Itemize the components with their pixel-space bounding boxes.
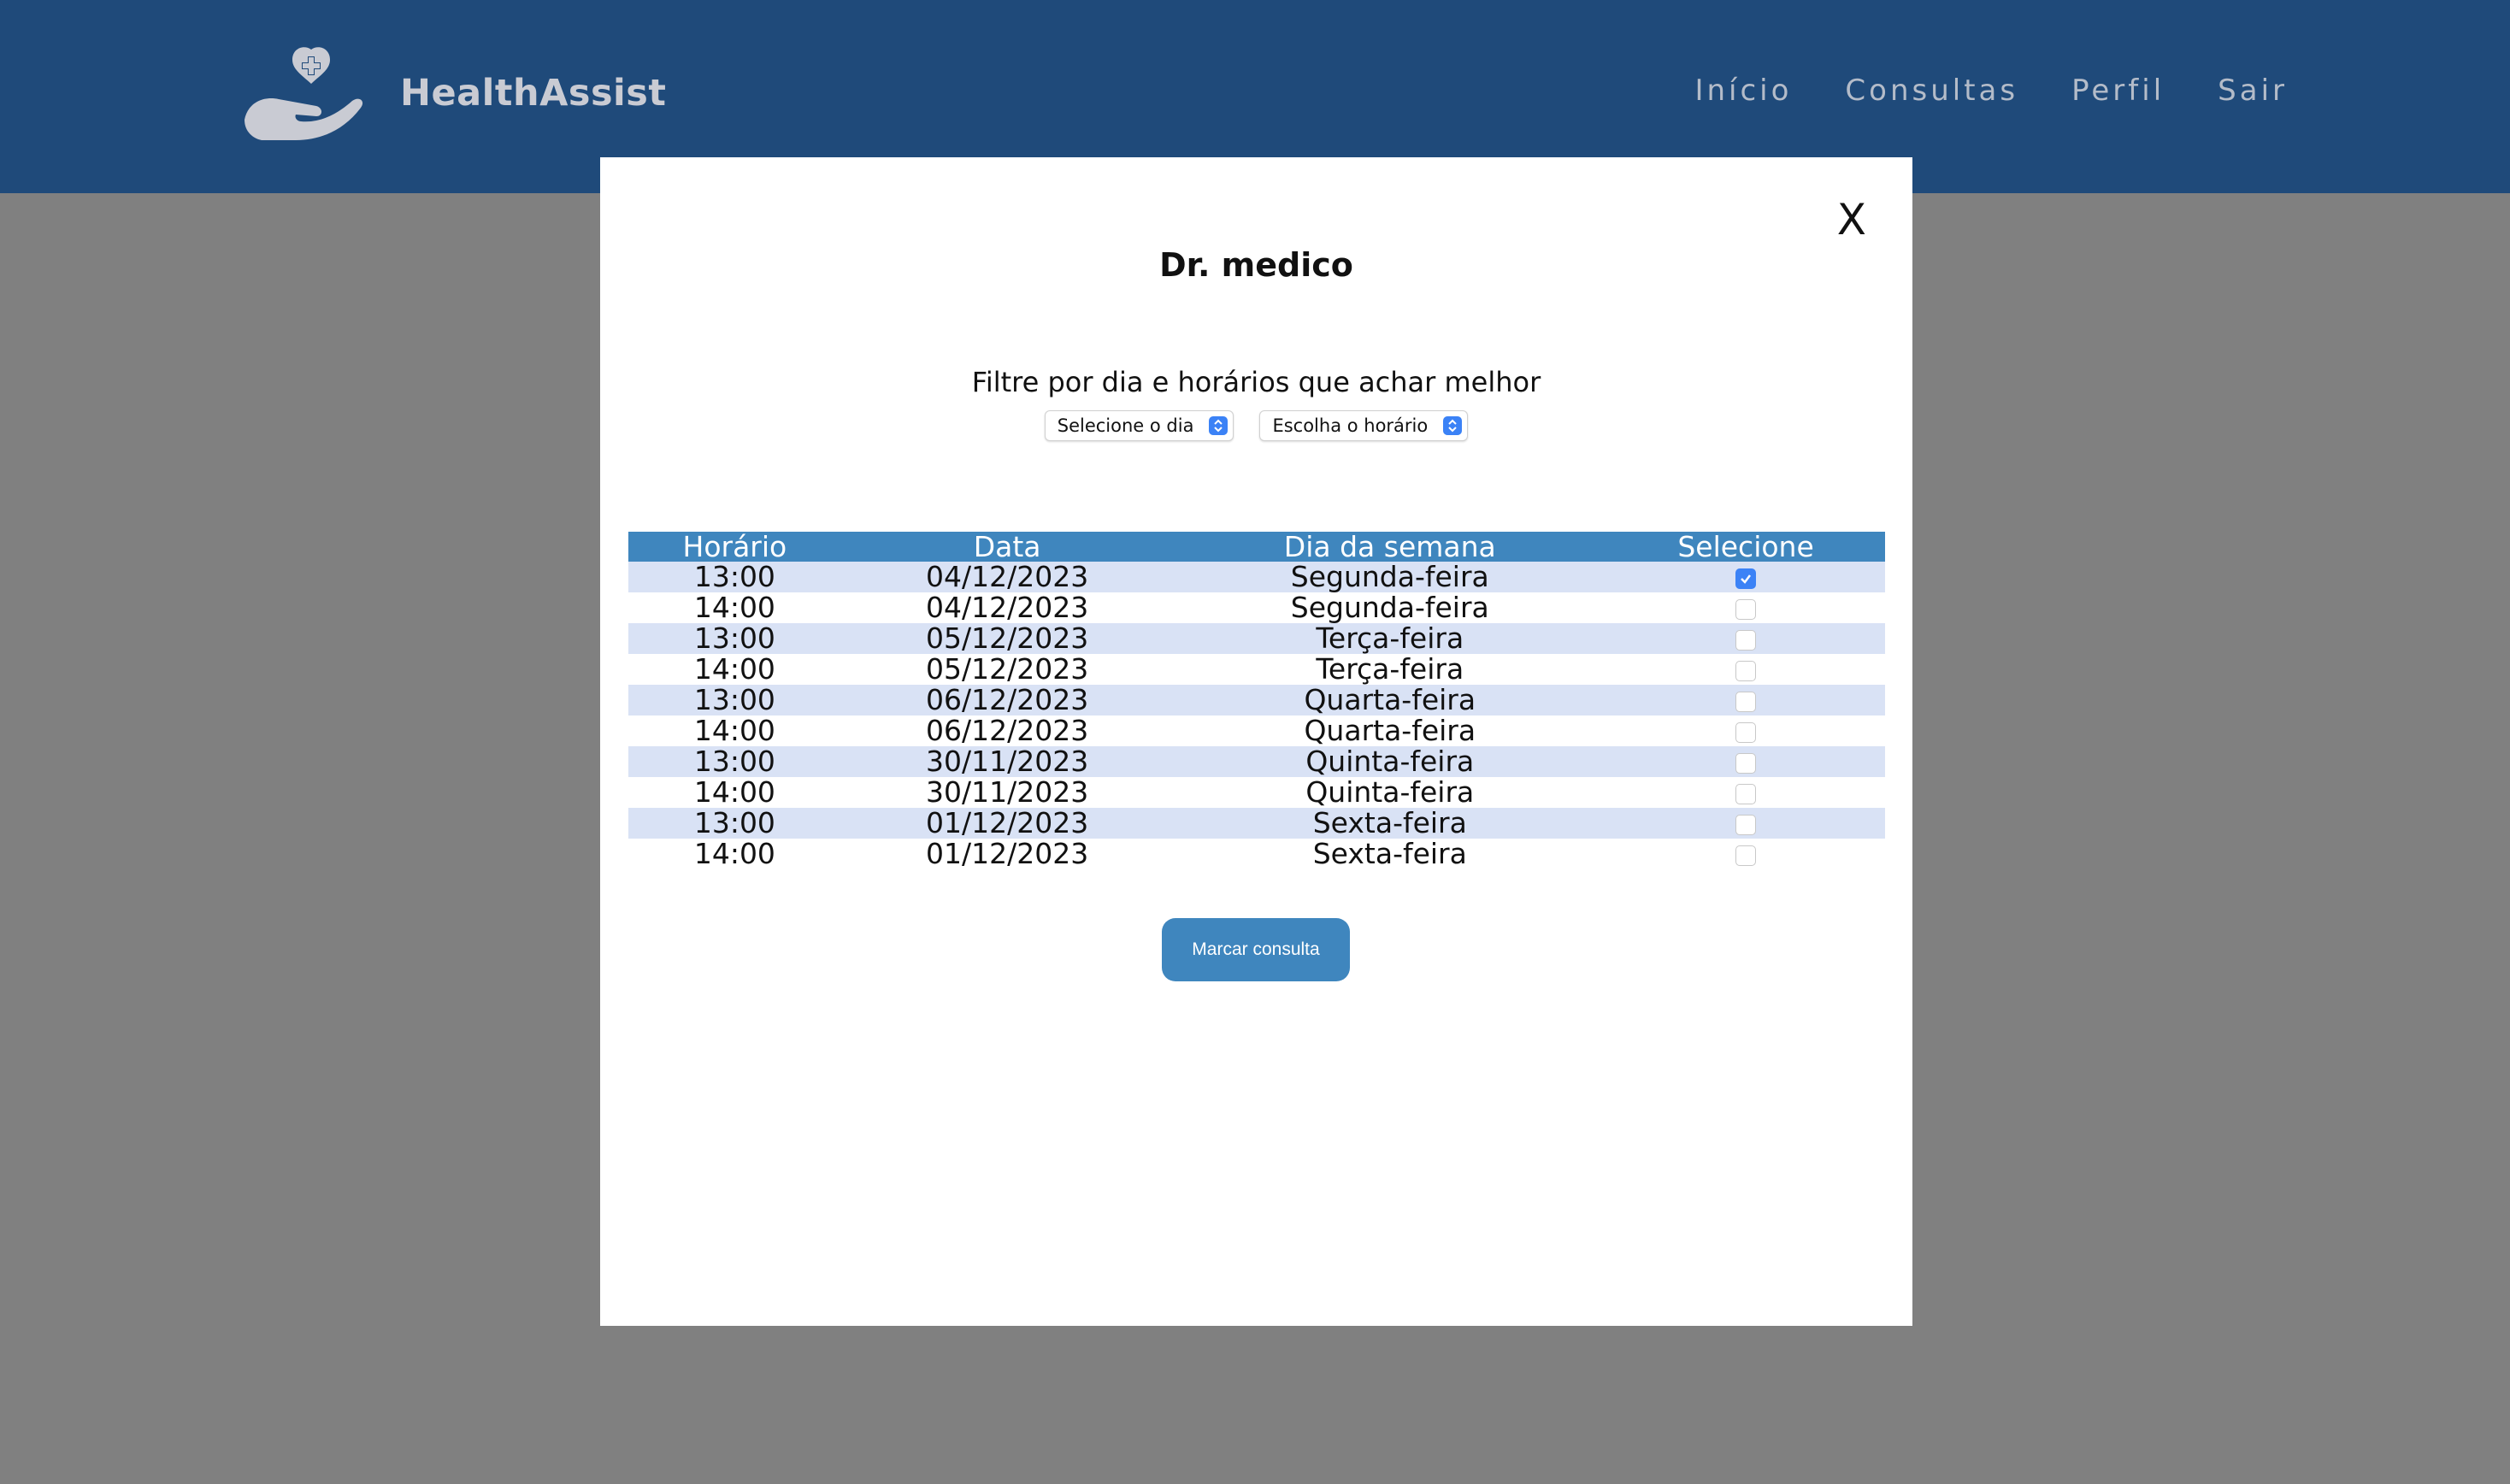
cell-select <box>1606 716 1885 746</box>
column-header-weekday: Dia da semana <box>1173 532 1607 562</box>
cell-date: 30/11/2023 <box>840 746 1174 777</box>
cell-select <box>1606 839 1885 869</box>
slot-checkbox[interactable] <box>1735 845 1757 866</box>
slot-checkbox[interactable] <box>1735 598 1757 620</box>
cell-weekday: Quinta-feira <box>1173 746 1607 777</box>
cell-date: 30/11/2023 <box>840 777 1174 808</box>
slot-checkbox[interactable] <box>1735 752 1757 774</box>
slot-checkbox[interactable] <box>1735 814 1757 835</box>
cell-time: 14:00 <box>628 777 841 808</box>
cell-date: 05/12/2023 <box>840 654 1174 685</box>
filter-instructions: Filtre por dia e horários que achar melh… <box>971 366 1541 398</box>
column-header-date: Data <box>840 532 1174 562</box>
slot-checkbox[interactable] <box>1735 629 1757 651</box>
cell-select <box>1606 808 1885 839</box>
table-row: 14:00 05/12/2023 Terça-feira <box>628 654 1885 685</box>
column-header-time: Horário <box>628 532 841 562</box>
cell-select <box>1606 685 1885 716</box>
table-row: 13:00 30/11/2023 Quinta-feira <box>628 746 1885 777</box>
filter-controls: Selecione o dia Escolha o horário <box>600 410 1912 441</box>
close-button[interactable]: X <box>1837 195 1866 244</box>
cell-date: 01/12/2023 <box>840 839 1174 869</box>
cell-time: 14:00 <box>628 592 841 623</box>
cell-weekday: Sexta-feira <box>1173 839 1607 869</box>
cell-weekday: Quinta-feira <box>1173 777 1607 808</box>
table-row: 13:00 01/12/2023 Sexta-feira <box>628 808 1885 839</box>
cell-date: 05/12/2023 <box>840 623 1174 654</box>
cell-time: 14:00 <box>628 716 841 746</box>
cell-weekday: Terça-feira <box>1173 654 1607 685</box>
cell-date: 04/12/2023 <box>840 592 1174 623</box>
cell-weekday: Segunda-feira <box>1173 562 1607 592</box>
cell-time: 13:00 <box>628 562 841 592</box>
cell-select <box>1606 592 1885 623</box>
time-select-value: Escolha o horário <box>1272 415 1429 436</box>
time-select[interactable]: Escolha o horário <box>1259 410 1469 441</box>
table-row: 13:00 04/12/2023 Segunda-feira <box>628 562 1885 592</box>
cell-date: 06/12/2023 <box>840 716 1174 746</box>
table-row: 14:00 06/12/2023 Quarta-feira <box>628 716 1885 746</box>
slot-checkbox[interactable] <box>1735 783 1757 804</box>
cell-select <box>1606 746 1885 777</box>
cell-time: 13:00 <box>628 623 841 654</box>
day-select[interactable]: Selecione o dia <box>1044 410 1234 441</box>
doctor-name: Dr. medico <box>1159 246 1353 284</box>
cell-time: 13:00 <box>628 685 841 716</box>
cell-time: 14:00 <box>628 654 841 685</box>
cell-weekday: Quarta-feira <box>1173 685 1607 716</box>
cell-select <box>1606 562 1885 592</box>
select-arrows-icon <box>1443 416 1463 435</box>
table-row: 14:00 04/12/2023 Segunda-feira <box>628 592 1885 623</box>
cell-weekday: Quarta-feira <box>1173 716 1607 746</box>
day-select-value: Selecione o dia <box>1057 415 1194 436</box>
schedule-modal: X Dr. medico Filtre por dia e horários q… <box>600 157 1912 1326</box>
column-header-select: Selecione <box>1606 532 1885 562</box>
slot-checkbox[interactable] <box>1735 691 1757 712</box>
cell-select <box>1606 777 1885 808</box>
checkmark-icon <box>1741 574 1752 584</box>
cell-date: 06/12/2023 <box>840 685 1174 716</box>
slot-checkbox-checked[interactable] <box>1735 568 1757 589</box>
cell-weekday: Segunda-feira <box>1173 592 1607 623</box>
book-appointment-button[interactable]: Marcar consulta <box>1162 918 1350 981</box>
table-row: 14:00 01/12/2023 Sexta-feira <box>628 839 1885 869</box>
schedule-table-body: 13:00 04/12/2023 Segunda-feira 14:00 04/12/2… <box>628 562 1885 869</box>
table-row: 14:00 30/11/2023 Quinta-feira <box>628 777 1885 808</box>
cell-time: 13:00 <box>628 808 841 839</box>
cell-time: 13:00 <box>628 746 841 777</box>
table-row: 13:00 05/12/2023 Terça-feira <box>628 623 1885 654</box>
cell-select <box>1606 654 1885 685</box>
cell-select <box>1606 623 1885 654</box>
slot-checkbox[interactable] <box>1735 660 1757 681</box>
schedule-table: Horário Data Dia da semana Selecione 13:… <box>628 532 1885 869</box>
select-arrows-icon <box>1209 416 1228 435</box>
cell-weekday: Sexta-feira <box>1173 808 1607 839</box>
cell-weekday: Terça-feira <box>1173 623 1607 654</box>
cell-date: 01/12/2023 <box>840 808 1174 839</box>
slot-checkbox[interactable] <box>1735 721 1757 743</box>
table-header-row: Horário Data Dia da semana Selecione <box>628 532 1885 562</box>
cell-time: 14:00 <box>628 839 841 869</box>
table-row: 13:00 06/12/2023 Quarta-feira <box>628 685 1885 716</box>
cell-date: 04/12/2023 <box>840 562 1174 592</box>
